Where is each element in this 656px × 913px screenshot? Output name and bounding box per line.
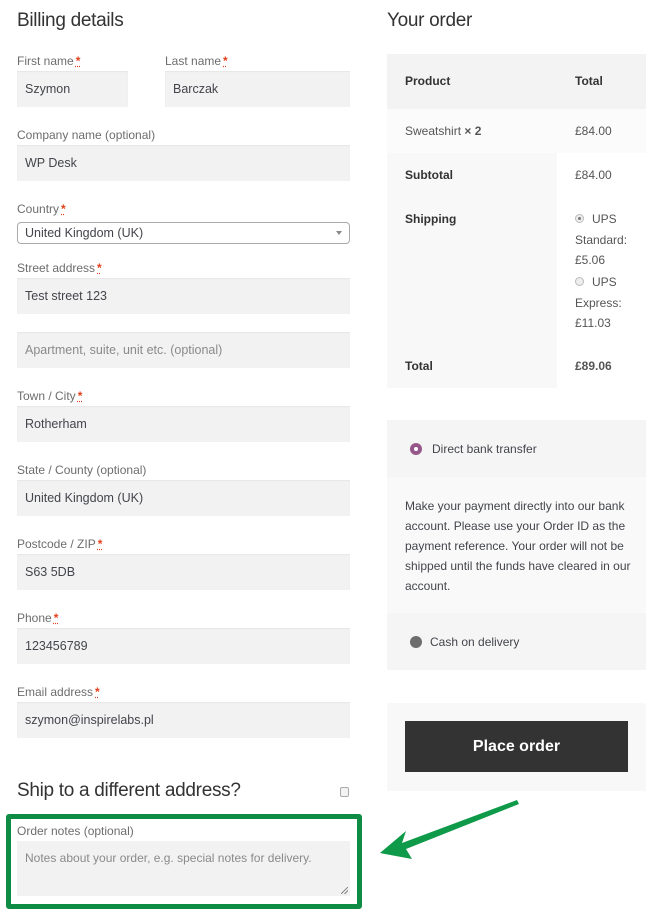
subtotal-value: £84.00 [575,168,612,182]
first-name-input[interactable]: Szymon [17,71,128,107]
billing-title: Billing details [17,10,124,31]
country-label-text: Country [17,202,60,216]
payment-method-cod[interactable]: Cash on delivery [430,635,519,649]
radio-selected-icon[interactable] [410,443,422,455]
company-input[interactable]: WP Desk [17,145,350,181]
total-value: £89.06 [575,359,612,373]
shipping-label: Shipping [405,212,457,226]
country-label: Country * [17,202,66,216]
postcode-input[interactable]: S63 5DB [17,554,350,590]
required-mark: * [53,611,59,625]
item-name-text: Sweatshirt [405,124,462,138]
total-label: Total [405,359,433,373]
shipping-option-standard-price: £5.06 [575,253,606,267]
last-name-label-text: Last name [165,54,222,68]
ship-different-checkbox[interactable] [340,787,349,797]
email-label-text: Email address [17,685,94,699]
first-name-label-text: First name [17,54,74,68]
header-product: Product [405,74,451,88]
order-notes-textarea[interactable]: Notes about your order, e.g. special not… [17,841,350,896]
street-label: Street address * [17,261,102,275]
shipping-option-standard-desc: Standard: [575,233,628,247]
street-label-text: Street address [17,261,96,275]
postcode-label: Postcode / ZIP * [17,537,102,551]
street-input[interactable]: Test street 123 [17,278,350,314]
resize-handle-icon[interactable] [341,887,348,894]
company-label: Company name (optional) [17,128,156,142]
postcode-label-text: Postcode / ZIP [17,537,96,551]
phone-input[interactable]: 123456789 [17,628,350,664]
item-total: £84.00 [575,124,612,138]
phone-label-text: Phone [17,611,52,625]
state-input[interactable]: United Kingdom (UK) [17,480,350,516]
payment-method-bank-transfer[interactable]: Direct bank transfer [432,442,537,456]
city-input[interactable]: Rotherham [17,406,350,442]
required-mark: * [223,54,228,68]
order-title: Your order [387,10,473,31]
first-name-label: First name * [17,54,80,68]
state-label: State / County (optional) [17,463,147,477]
shipping-option-express-price: £11.03 [575,316,611,330]
order-totals-column [557,153,646,388]
email-label: Email address * [17,685,100,699]
required-mark: * [75,54,81,68]
radio-selected-icon[interactable] [575,214,584,224]
shipping-option-standard[interactable]: UPS [575,212,617,226]
city-label: Town / City * [17,389,82,403]
item-name: Sweatshirt × 2 [405,124,481,138]
payment-description: Make your payment directly into our bank… [405,499,631,593]
city-label-text: Town / City [17,389,76,403]
place-order-button[interactable]: Place order [405,721,628,772]
chevron-down-icon [336,231,342,235]
subtotal-label: Subtotal [405,168,453,182]
street2-input[interactable]: Apartment, suite, unit etc. (optional) [17,332,350,368]
annotation-arrow-icon [380,800,519,859]
shipping-option-name: UPS [592,212,617,226]
required-mark: * [61,202,66,216]
email-input[interactable]: szymon@inspirelabs.pl [17,702,350,738]
phone-label: Phone * [17,611,58,625]
shipping-option-express-desc: Express: [575,296,622,310]
last-name-input[interactable]: Barczak [165,71,350,107]
radio-unselected-icon[interactable] [410,636,422,648]
shipping-option-name: UPS [592,275,617,289]
order-notes-placeholder: Notes about your order, e.g. special not… [25,851,312,865]
last-name-label: Last name * [165,54,228,68]
required-mark: * [77,389,83,403]
arrow-shape [380,800,519,859]
ship-different-title: Ship to a different address? [17,780,241,801]
radio-unselected-icon[interactable] [575,277,584,287]
header-total: Total [575,74,603,88]
country-select[interactable]: United Kingdom (UK) [17,222,350,244]
item-qty: × 2 [464,124,482,138]
required-mark: * [97,261,102,275]
required-mark: * [97,537,103,551]
shipping-option-express[interactable]: UPS [575,275,617,289]
country-select-value: United Kingdom (UK) [25,226,144,240]
required-mark: * [95,685,100,699]
order-notes-label: Order notes (optional) [17,824,134,838]
